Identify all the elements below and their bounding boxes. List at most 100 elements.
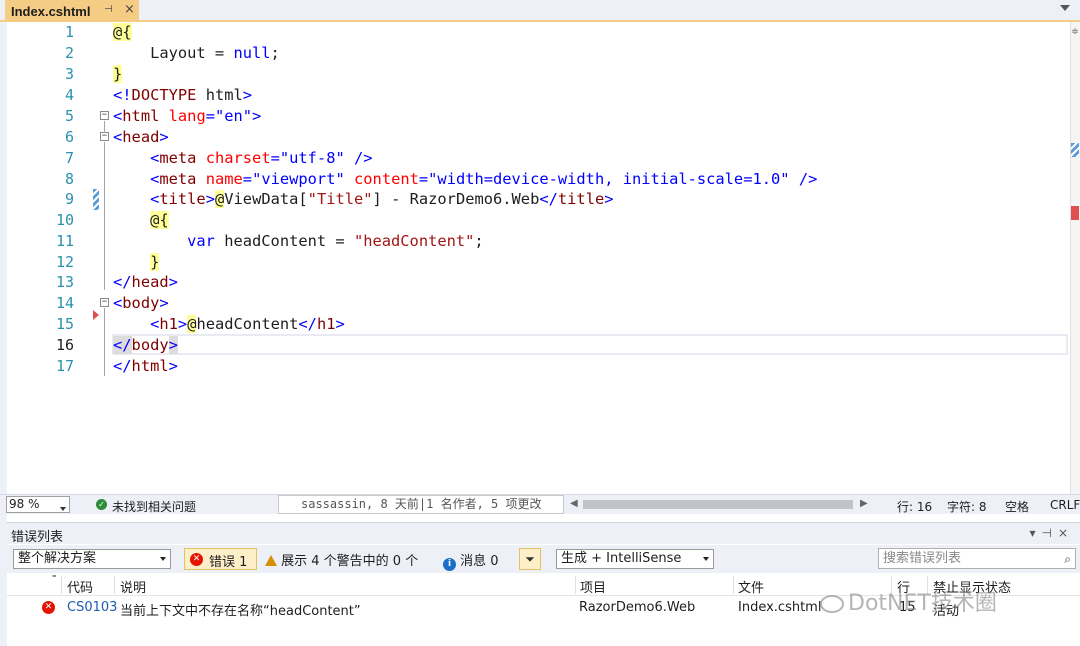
code-line: <meta name="viewport" content="width=dev… bbox=[150, 170, 818, 188]
search-error-list-input[interactable]: 搜索错误列表 ⌕ bbox=[878, 548, 1076, 569]
line-number: 9 bbox=[64, 190, 74, 208]
line-number: 13 bbox=[55, 273, 74, 291]
code-line: <body> bbox=[113, 294, 169, 312]
panel-title: 错误列表 bbox=[11, 530, 64, 545]
issues-status[interactable]: 未找到相关问题 bbox=[112, 498, 196, 515]
document-tab-strip: Index.cshtml ⊣ × bbox=[0, 0, 1080, 22]
collapse-html-icon[interactable]: − bbox=[100, 111, 109, 120]
code-line: @{ bbox=[113, 23, 132, 41]
scroll-left-icon[interactable]: ◀ bbox=[570, 498, 578, 509]
scrollbar-error-marker bbox=[1071, 206, 1079, 220]
code-line: } bbox=[113, 65, 123, 83]
code-line: </head> bbox=[113, 273, 178, 291]
code-line: @{ bbox=[150, 211, 169, 229]
watermark-text: DotNET技术圈 bbox=[848, 591, 997, 616]
line-number: 7 bbox=[64, 149, 74, 167]
line-number: 3 bbox=[64, 65, 74, 83]
change-tracking-marker bbox=[93, 189, 99, 210]
error-list-header: 错误列表 ▾⊣× bbox=[7, 522, 1080, 545]
errors-filter-button[interactable]: ✕ 错误 1 bbox=[184, 548, 257, 570]
cursor-char: 字符: 8 bbox=[947, 500, 987, 514]
line-number: 14 bbox=[55, 294, 74, 312]
git-codelens[interactable]: sassassin, 8 天前|1 名作者, 5 项更改 bbox=[278, 495, 564, 514]
scrollbar-change-marker bbox=[1071, 143, 1079, 157]
column-project[interactable]: 项目 bbox=[580, 577, 606, 596]
code-line: </html> bbox=[113, 357, 178, 375]
current-line-highlight bbox=[112, 334, 1068, 355]
build-source-value: 生成 + IntelliSense bbox=[561, 551, 682, 566]
line-number: 2 bbox=[64, 44, 74, 62]
tab-title: Index.cshtml bbox=[11, 3, 91, 19]
code-line: Layout = null; bbox=[113, 44, 280, 62]
code-line: var headContent = "headContent"; bbox=[187, 232, 484, 250]
chevron-down-icon bbox=[160, 557, 166, 561]
line-number: 15 bbox=[55, 315, 74, 333]
editor-status-row: 98 % ✓ 未找到相关问题 sassassin, 8 天前|1 名作者, 5 … bbox=[0, 494, 1080, 514]
column-code[interactable]: 代码 bbox=[67, 577, 93, 596]
scope-select-value: 整个解决方案 bbox=[18, 551, 97, 566]
collapse-body-icon[interactable]: − bbox=[100, 298, 109, 307]
column-file[interactable]: 文件 bbox=[738, 577, 764, 596]
build-source-select[interactable]: 生成 + IntelliSense bbox=[556, 549, 714, 569]
filter-icon[interactable]: ⏷ bbox=[519, 548, 541, 570]
search-placeholder: 搜索错误列表 bbox=[883, 551, 962, 566]
error-file: Index.cshtml bbox=[738, 600, 822, 615]
editor-vertical-scrollbar[interactable] bbox=[1070, 22, 1080, 494]
line-number: 17 bbox=[55, 357, 74, 375]
split-editor-icon[interactable]: ≑ bbox=[1070, 27, 1080, 37]
line-number: 4 bbox=[64, 86, 74, 104]
line-number: 12 bbox=[55, 253, 74, 271]
code-line: </body> bbox=[113, 336, 178, 354]
error-list-toolbar: 整个解决方案 ✕ 错误 1 展示 4 个警告中的 0 个 i 消息 0 ⏷ 生成… bbox=[7, 545, 1080, 573]
code-line: } bbox=[150, 253, 160, 271]
error-margin-arrow-icon bbox=[93, 310, 99, 320]
code-line: <html lang="en"> bbox=[113, 107, 262, 125]
column-desc[interactable]: 说明 bbox=[120, 577, 146, 596]
tab-index-cshtml[interactable]: Index.cshtml ⊣ × bbox=[5, 0, 139, 22]
errors-filter-label: 错误 1 bbox=[209, 555, 248, 570]
code-line: <!DOCTYPE html> bbox=[113, 86, 253, 104]
line-ending[interactable]: CRLF bbox=[1050, 498, 1080, 512]
line-number: 10 bbox=[55, 211, 74, 229]
code-line: <meta charset="utf-8" /> bbox=[150, 149, 373, 167]
code-line: <h1>@headContent</h1> bbox=[150, 315, 345, 333]
outline-guide bbox=[104, 308, 105, 376]
line-number: 11 bbox=[55, 232, 74, 250]
error-icon: ✕ bbox=[190, 553, 203, 566]
watermark: DotNET技术圈 bbox=[820, 585, 997, 617]
tab-list-dropdown-icon[interactable] bbox=[1060, 5, 1070, 11]
outline-guide bbox=[104, 121, 105, 133]
warnings-filter-label: 展示 4 个警告中的 0 个 bbox=[281, 554, 419, 569]
error-code-link[interactable]: CS0103 bbox=[67, 600, 117, 615]
line-number-current: 16 bbox=[55, 336, 74, 354]
chevron-down-icon bbox=[703, 557, 709, 561]
panel-controls-icon[interactable]: ▾⊣× bbox=[1029, 526, 1074, 540]
warning-icon bbox=[265, 555, 277, 566]
cursor-line: 行: 16 bbox=[897, 500, 933, 514]
scroll-right-icon[interactable]: ▶ bbox=[860, 498, 868, 509]
check-circle-icon: ✓ bbox=[96, 499, 107, 510]
error-description: 当前上下文中不存在名称“headContent” bbox=[120, 604, 361, 619]
search-icon[interactable]: ⌕ bbox=[1064, 550, 1071, 569]
collapse-head-icon[interactable]: − bbox=[100, 132, 109, 141]
error-list-empty-area bbox=[7, 619, 1080, 646]
line-number: 5 bbox=[64, 107, 74, 125]
whitespace-mode[interactable]: 空格 bbox=[1005, 498, 1029, 515]
code-line: <title>@ViewData["Title"] - RazorDemo6.W… bbox=[150, 190, 614, 208]
editor-left-edge bbox=[0, 22, 7, 646]
pin-icon[interactable]: ⊣ bbox=[104, 4, 113, 15]
error-icon: ✕ bbox=[42, 601, 55, 614]
messages-filter-label: 消息 0 bbox=[460, 554, 499, 569]
close-icon[interactable]: × bbox=[124, 2, 135, 17]
info-icon: i bbox=[443, 558, 456, 571]
messages-filter-button[interactable]: i 消息 0 bbox=[443, 550, 499, 571]
line-number: 6 bbox=[64, 128, 74, 146]
chevron-down-icon[interactable] bbox=[60, 507, 66, 511]
code-line: <head> bbox=[113, 128, 169, 146]
line-number: 8 bbox=[64, 170, 74, 188]
wechat-icon bbox=[820, 595, 844, 613]
scope-select[interactable]: 整个解决方案 bbox=[13, 549, 171, 569]
warnings-filter-button[interactable]: 展示 4 个警告中的 0 个 bbox=[265, 550, 418, 569]
sort-icon[interactable]: ⁼ bbox=[52, 574, 57, 584]
horizontal-scrollbar-thumb[interactable] bbox=[583, 500, 853, 509]
